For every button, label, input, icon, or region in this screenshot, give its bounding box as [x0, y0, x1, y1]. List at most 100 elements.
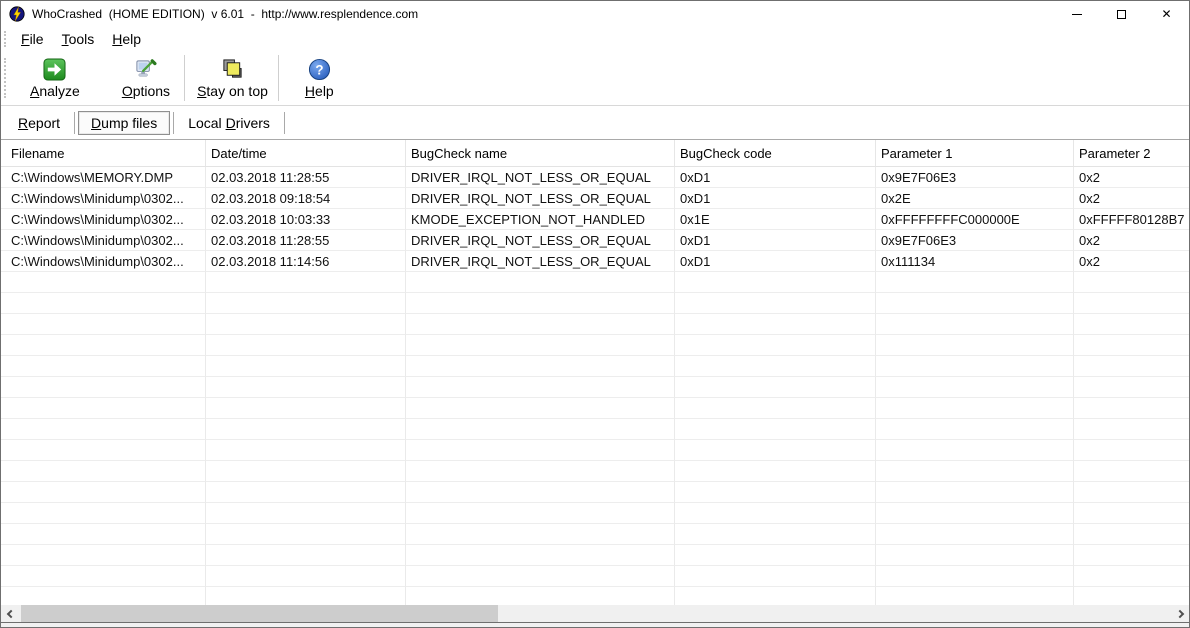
table-cell[interactable]: DRIVER_IRQL_NOT_LESS_OR_EQUAL — [406, 230, 675, 251]
table-cell — [675, 440, 876, 461]
table-row-empty — [1, 419, 1189, 440]
table-cell[interactable]: C:\Windows\Minidump\0302... — [1, 209, 206, 230]
table-body: C:\Windows\MEMORY.DMP 02.03.2018 11:28:55… — [1, 167, 1189, 605]
table-cell[interactable]: 02.03.2018 11:14:56 — [206, 251, 406, 272]
maximize-button[interactable] — [1099, 1, 1144, 27]
svg-text:?: ? — [315, 62, 323, 77]
table-cell[interactable]: 02.03.2018 09:18:54 — [206, 188, 406, 209]
table-cell — [876, 587, 1074, 605]
table-cell[interactable]: DRIVER_IRQL_NOT_LESS_OR_EQUAL — [406, 167, 675, 188]
table-row-empty — [1, 293, 1189, 314]
table-cell — [1074, 419, 1189, 440]
column-header-filename[interactable]: Filename — [1, 140, 206, 167]
table-cell — [1074, 377, 1189, 398]
table-cell[interactable]: C:\Windows\MEMORY.DMP — [1, 167, 206, 188]
table-cell — [206, 524, 406, 545]
stay-on-top-button[interactable]: Stay on top — [191, 56, 274, 101]
table-cell — [206, 503, 406, 524]
menubar-gripper[interactable] — [4, 31, 8, 47]
tab-dump-files[interactable]: Dump files — [78, 110, 171, 135]
table-row-empty — [1, 314, 1189, 335]
app-window: WhoCrashed (HOME EDITION) v 6.01 - http:… — [0, 0, 1190, 628]
table-cell[interactable]: 0x9E7F06E3 — [876, 167, 1074, 188]
scroll-left-button[interactable] — [1, 605, 18, 622]
column-header-datetime[interactable]: Date/time — [206, 140, 406, 167]
menu-help[interactable]: Help — [103, 29, 150, 49]
table-cell[interactable]: DRIVER_IRQL_NOT_LESS_OR_EQUAL — [406, 188, 675, 209]
horizontal-scrollbar[interactable] — [1, 605, 1189, 622]
table-cell[interactable]: 0xD1 — [675, 251, 876, 272]
close-button[interactable]: ✕ — [1144, 1, 1189, 27]
scrollbar-thumb[interactable] — [21, 605, 498, 622]
table-cell[interactable]: C:\Windows\Minidump\0302... — [1, 188, 206, 209]
table-cell[interactable]: 0x2 — [1074, 167, 1189, 188]
table-cell[interactable]: 0x2 — [1074, 188, 1189, 209]
analyze-button[interactable]: Analyze — [24, 56, 86, 101]
table-cell — [876, 566, 1074, 587]
menu-bar: File Tools Help — [1, 27, 1189, 51]
table-cell — [675, 293, 876, 314]
tab-separator — [173, 111, 175, 134]
stay-on-top-label: Stay on top — [197, 82, 268, 99]
minimize-icon — [1071, 13, 1082, 15]
table-cell[interactable]: 0x2 — [1074, 230, 1189, 251]
table-row[interactable]: C:\Windows\Minidump\0302... 02.03.2018 11… — [1, 251, 1189, 272]
table-cell[interactable]: 0x2E — [876, 188, 1074, 209]
minimize-button[interactable] — [1054, 1, 1099, 27]
menu-file[interactable]: File — [12, 29, 53, 49]
analyze-label: Analyze — [30, 82, 80, 99]
table-row[interactable]: C:\Windows\Minidump\0302... 02.03.2018 10… — [1, 209, 1189, 230]
toolbar-gripper[interactable] — [4, 58, 8, 98]
table-row-empty — [1, 377, 1189, 398]
table-cell[interactable]: DRIVER_IRQL_NOT_LESS_OR_EQUAL — [406, 251, 675, 272]
options-label: Options — [121, 82, 171, 99]
tab-report[interactable]: Report — [7, 111, 71, 135]
column-header-bugcheck-name[interactable]: BugCheck name — [406, 140, 675, 167]
table-cell[interactable]: 0xFFFFFFFFC000000E — [876, 209, 1074, 230]
table-cell — [406, 566, 675, 587]
tab-local-drivers[interactable]: Local Drivers — [177, 111, 281, 135]
table-cell[interactable]: 0x9E7F06E3 — [876, 230, 1074, 251]
table-cell[interactable]: 0xFFFFF80128B7 — [1074, 209, 1189, 230]
table-cell — [406, 356, 675, 377]
scroll-right-button[interactable] — [1172, 605, 1189, 622]
table-cell — [1, 482, 206, 503]
table-cell[interactable]: 02.03.2018 11:28:55 — [206, 230, 406, 251]
table-cell[interactable]: C:\Windows\Minidump\0302... — [1, 251, 206, 272]
table-cell — [876, 482, 1074, 503]
column-header-parameter-1[interactable]: Parameter 1 — [876, 140, 1074, 167]
column-header-parameter-2[interactable]: Parameter 2 — [1074, 140, 1189, 167]
help-button[interactable]: ? Help — [299, 56, 340, 101]
menu-tools[interactable]: Tools — [53, 29, 104, 49]
table-cell[interactable]: 0x2 — [1074, 251, 1189, 272]
column-header-bugcheck-code[interactable]: BugCheck code — [675, 140, 876, 167]
table-row[interactable]: C:\Windows\Minidump\0302... 02.03.2018 09… — [1, 188, 1189, 209]
table-cell — [1074, 440, 1189, 461]
table-row[interactable]: C:\Windows\MEMORY.DMP 02.03.2018 11:28:55… — [1, 167, 1189, 188]
table-cell — [1, 440, 206, 461]
table-cell — [1074, 398, 1189, 419]
table-cell — [1074, 545, 1189, 566]
table-cell — [406, 314, 675, 335]
table-cell[interactable]: 0xD1 — [675, 230, 876, 251]
table-cell — [1074, 356, 1189, 377]
table-row-empty — [1, 503, 1189, 524]
table-cell[interactable]: 02.03.2018 11:28:55 — [206, 167, 406, 188]
table-cell — [675, 272, 876, 293]
table-cell — [876, 440, 1074, 461]
table-cell — [1074, 335, 1189, 356]
table-cell[interactable]: KMODE_EXCEPTION_NOT_HANDLED — [406, 209, 675, 230]
table-header: Filename Date/time BugCheck name BugChec… — [1, 140, 1189, 167]
options-button[interactable]: Options — [116, 56, 176, 101]
table-cell[interactable]: 02.03.2018 10:03:33 — [206, 209, 406, 230]
table-cell[interactable]: 0xD1 — [675, 188, 876, 209]
table-cell — [206, 293, 406, 314]
table-cell[interactable]: C:\Windows\Minidump\0302... — [1, 230, 206, 251]
table-cell — [675, 461, 876, 482]
table-cell[interactable]: 0x1E — [675, 209, 876, 230]
table-cell — [206, 272, 406, 293]
table-row[interactable]: C:\Windows\Minidump\0302... 02.03.2018 11… — [1, 230, 1189, 251]
table-cell[interactable]: 0x111134 — [876, 251, 1074, 272]
table-cell[interactable]: 0xD1 — [675, 167, 876, 188]
table-cell — [206, 419, 406, 440]
